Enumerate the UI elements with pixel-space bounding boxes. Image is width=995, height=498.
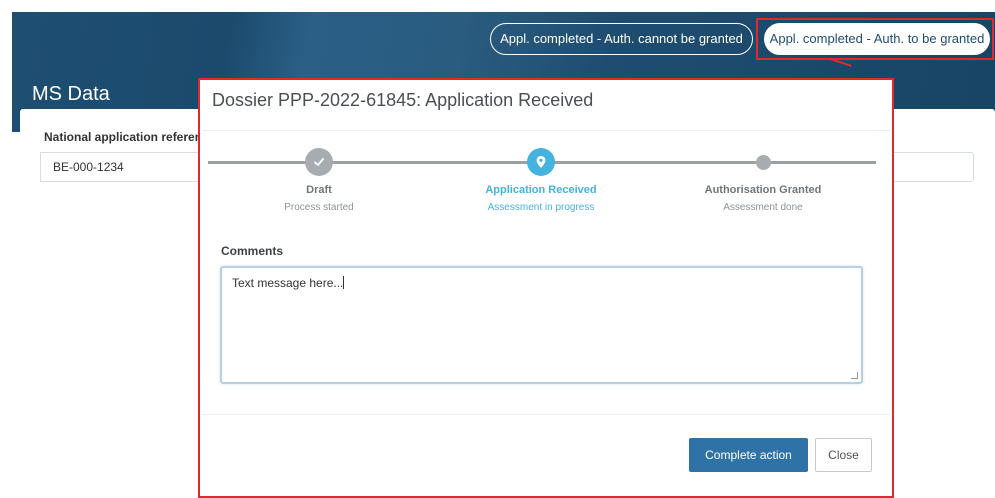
- complete-action-button[interactable]: Complete action: [689, 438, 808, 472]
- comments-text: Text message here...: [232, 276, 344, 290]
- auth-cannot-be-granted-button[interactable]: Appl. completed - Auth. cannot be grante…: [490, 23, 753, 55]
- step-granted-subtitle: Assessment done: [723, 202, 803, 213]
- text-caret: [343, 276, 345, 289]
- comments-label: Comments: [221, 244, 284, 258]
- close-button[interactable]: Close: [815, 438, 872, 472]
- national-application-reference-input[interactable]: BE-000-1234: [40, 152, 200, 182]
- comments-textarea[interactable]: Text message here...: [220, 266, 863, 384]
- step-draft-subtitle: Process started: [284, 202, 354, 213]
- step-received-subtitle: Assessment in progress: [487, 202, 595, 213]
- national-application-reference-label: National application referen: [44, 130, 202, 144]
- step-draft-marker: [305, 148, 333, 176]
- location-pin-icon: [536, 156, 546, 168]
- dialog-footer-divider: [202, 414, 890, 415]
- auth-to-be-granted-button[interactable]: Appl. completed - Auth. to be granted: [764, 23, 990, 55]
- step-granted-title: Authorisation Granted: [704, 184, 822, 196]
- dialog-divider: [202, 130, 890, 131]
- step-received-title: Application Received: [485, 184, 597, 196]
- step-received-marker: [527, 148, 555, 176]
- dialog-title: Dossier PPP-2022-61845: Application Rece…: [212, 90, 594, 110]
- background-input-right[interactable]: [890, 152, 974, 182]
- page-edge: [0, 0, 12, 491]
- step-draft-title: Draft: [306, 184, 332, 196]
- page-title: MS Data: [32, 83, 110, 105]
- resize-grip[interactable]: [851, 372, 858, 379]
- step-granted-marker: [756, 155, 771, 170]
- check-icon: [314, 158, 324, 166]
